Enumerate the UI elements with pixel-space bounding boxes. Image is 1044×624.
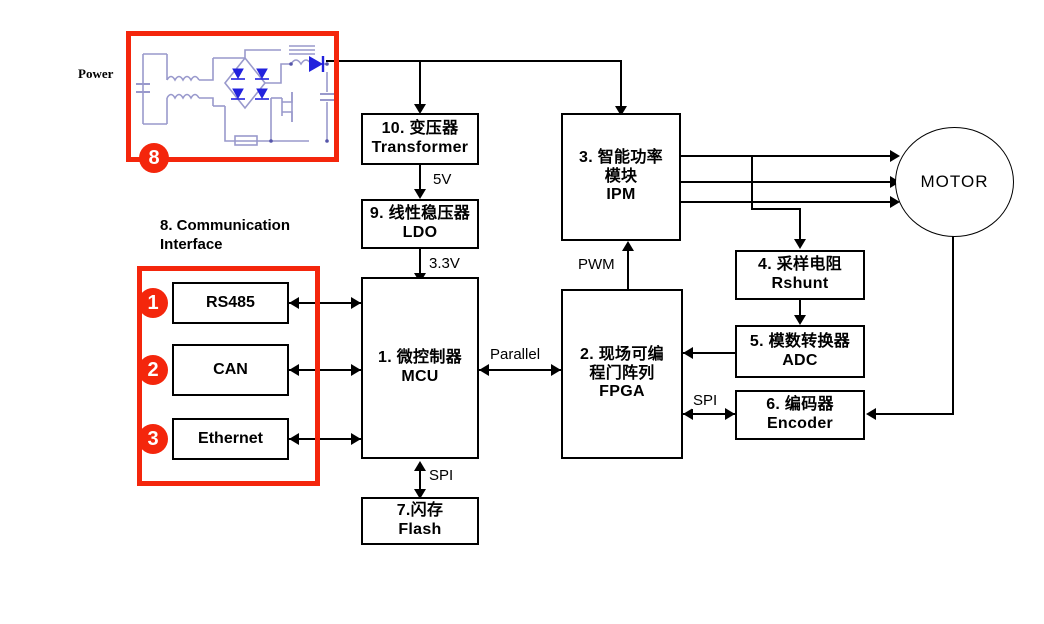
- block-fpga-cn: 2. 现场可编: [580, 345, 664, 363]
- block-encoder[interactable]: 6. 编码器 Encoder: [735, 390, 865, 440]
- block-transformer[interactable]: 10. 变压器 Transformer: [361, 113, 479, 165]
- block-fpga[interactable]: 2. 现场可编 程门阵列 FPGA: [561, 289, 683, 459]
- badge-2: 2: [138, 355, 168, 385]
- arrowhead-spi-left: [683, 408, 693, 420]
- label-5v: 5V: [432, 171, 453, 188]
- power-supply-schematic: [136, 45, 334, 146]
- block-rshunt[interactable]: 4. 采样电阻 Rshunt: [735, 250, 865, 300]
- block-adc-cn: 5. 模数转换器: [749, 332, 851, 350]
- wire-shunt-drop: [799, 208, 801, 243]
- block-rs485[interactable]: RS485: [172, 282, 289, 324]
- arrowhead-pwm: [622, 241, 634, 251]
- arrowhead-motor-encoder: [866, 408, 876, 420]
- block-ethernet-label: Ethernet: [198, 429, 263, 447]
- block-adc-en: ADC: [782, 351, 818, 369]
- label-parallel: Parallel: [489, 346, 542, 363]
- block-ethernet[interactable]: Ethernet: [172, 418, 289, 460]
- wire-shunt-tap-vertical: [751, 155, 753, 210]
- motor[interactable]: MOTOR: [895, 127, 1014, 237]
- arrowhead-rs485-right: [351, 297, 361, 309]
- wire-power-bus: [326, 60, 622, 62]
- block-flash[interactable]: 7.闪存 Flash: [361, 497, 479, 545]
- block-ipm-en: IPM: [606, 186, 636, 204]
- block-mcu[interactable]: 1. 微控制器 MCU: [361, 277, 479, 459]
- badge-1: 1: [138, 288, 168, 318]
- comm-group-title: 8. Communication Interface: [160, 217, 291, 253]
- wire-power-to-transformer: [419, 60, 421, 108]
- arrowhead-shunt: [794, 239, 806, 249]
- arrowhead-parallel-left: [479, 364, 489, 376]
- block-flash-cn: 7.闪存: [396, 502, 444, 520]
- block-transformer-en: Transformer: [371, 139, 469, 156]
- arrowhead-adc-fpga: [683, 347, 693, 359]
- block-encoder-cn: 6. 编码器: [766, 396, 834, 414]
- wire-mcu-fpga: [479, 369, 561, 371]
- power-label: Power: [78, 66, 114, 81]
- wire-pwm: [627, 251, 629, 289]
- wire-power-to-ipm: [620, 60, 622, 110]
- block-can[interactable]: CAN: [172, 344, 289, 396]
- wire-phase-v: [681, 181, 896, 183]
- arrowhead-transformer-to-ldo: [414, 189, 426, 199]
- block-ldo-cn: 9. 线性稳压器: [369, 205, 471, 223]
- diagram-canvas: Power 8 10. 变压器 Transformer 5V 9. 线性稳压器 …: [0, 0, 1044, 624]
- badge-3: 3: [138, 424, 168, 454]
- block-ldo[interactable]: 9. 线性稳压器 LDO: [361, 199, 479, 249]
- block-rs485-label: RS485: [206, 293, 255, 311]
- wire-motor-encoder: [873, 413, 954, 415]
- block-adc[interactable]: 5. 模数转换器 ADC: [735, 325, 865, 378]
- block-ipm-cn2: 模块: [604, 167, 638, 185]
- block-transformer-cn: 10. 变压器: [381, 120, 459, 138]
- block-rshunt-cn: 4. 采样电阻: [758, 256, 842, 274]
- arrowhead-parallel-right: [551, 364, 561, 376]
- label-3v3: 3.3V: [428, 255, 461, 272]
- block-mcu-cn: 1. 微控制器: [378, 349, 462, 367]
- block-encoder-en: Encoder: [766, 415, 834, 432]
- block-rshunt-en: Rshunt: [771, 275, 829, 292]
- wire-motor-shaft: [952, 235, 954, 415]
- label-spi-encoder: SPI: [692, 392, 719, 409]
- block-ipm[interactable]: 3. 智能功率 模块 IPM: [561, 113, 681, 241]
- label-spi-flash: SPI: [428, 467, 455, 484]
- block-fpga-cn2: 程门阵列: [589, 364, 655, 382]
- wire-phase-w: [681, 201, 896, 203]
- wire-shunt-tap-horizontal: [751, 208, 801, 210]
- arrowhead-ethernet-right: [351, 433, 361, 445]
- block-ipm-cn: 3. 智能功率: [579, 148, 663, 166]
- wire-phase-u: [681, 155, 896, 157]
- motor-label: MOTOR: [920, 172, 989, 191]
- block-ldo-en: LDO: [402, 224, 438, 241]
- arrowhead-rshunt-adc: [794, 315, 806, 325]
- block-flash-en: Flash: [398, 521, 442, 538]
- label-pwm: PWM: [577, 256, 616, 273]
- arrowhead-mcu-flash-up: [414, 461, 426, 471]
- arrowhead-can-right: [351, 364, 361, 376]
- block-can-label: CAN: [213, 360, 248, 378]
- badge-8: 8: [139, 143, 169, 173]
- block-mcu-en: MCU: [401, 368, 439, 385]
- block-fpga-en: FPGA: [599, 383, 645, 401]
- arrowhead-spi-right: [725, 408, 735, 420]
